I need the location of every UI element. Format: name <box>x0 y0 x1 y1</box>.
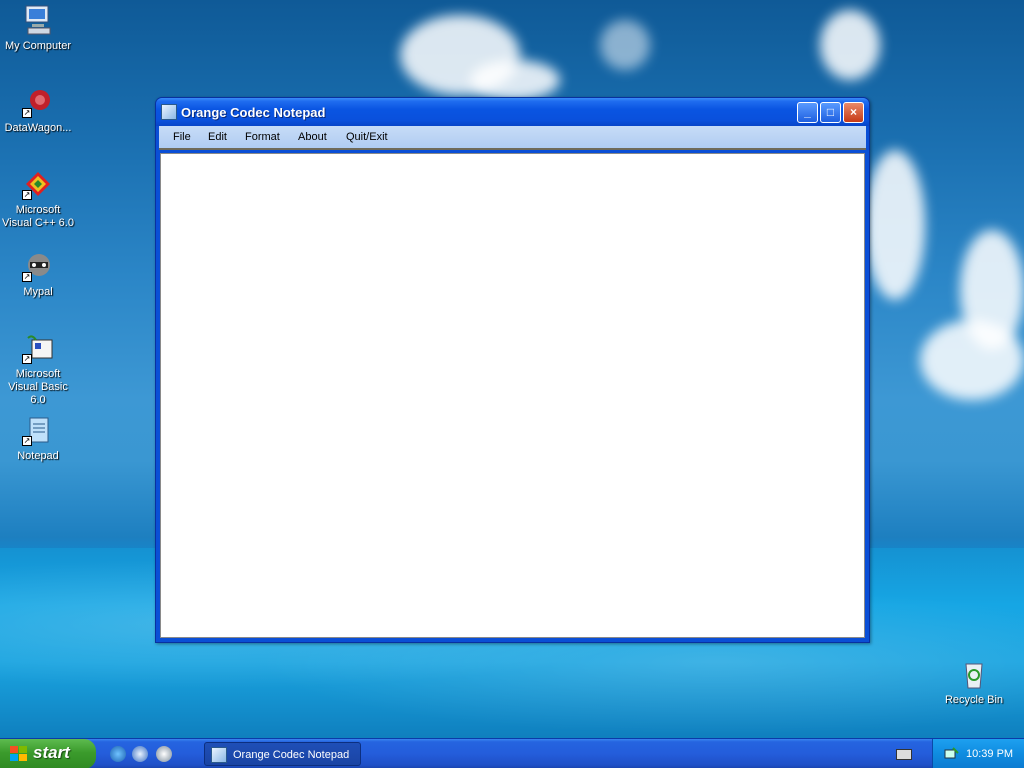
wallpaper-cloud <box>865 150 925 300</box>
menu-edit[interactable]: Edit <box>208 131 227 143</box>
menu-format[interactable]: Format <box>245 131 280 143</box>
window-titlebar[interactable]: Orange Codec Notepad _ □ × <box>156 98 869 126</box>
keyboard-icon[interactable] <box>896 749 912 760</box>
window-title: Orange Codec Notepad <box>181 105 326 120</box>
recycle-bin-icon <box>958 658 990 690</box>
desktop-icon-label: Notepad <box>17 450 59 462</box>
network-icon[interactable] <box>943 746 959 762</box>
wallpaper-cloud <box>470 60 560 100</box>
app-icon <box>161 104 177 120</box>
minimize-button[interactable]: _ <box>797 102 818 123</box>
desktop-icon-visual-cpp[interactable]: ↗ Microsoft Visual C++ 6.0 <box>0 168 76 230</box>
datawagon-icon: ↗ <box>22 86 54 118</box>
shortcut-arrow-icon: ↗ <box>22 354 32 364</box>
desktop-icon-mypal[interactable]: ↗ Mypal <box>0 250 76 299</box>
desktop-icon-label: My Computer <box>4 40 72 52</box>
desktop-icon-label: DataWagon... <box>4 122 72 134</box>
visual-basic-icon: ↗ <box>22 332 54 364</box>
start-button[interactable]: start <box>0 739 96 768</box>
close-button[interactable]: × <box>843 102 864 123</box>
system-tray: 10:39 PM <box>932 739 1024 768</box>
windows-flag-icon <box>10 746 27 761</box>
desktop-icon-my-computer[interactable]: My Computer <box>0 4 76 53</box>
desktop-icon-label: Mypal <box>23 286 53 298</box>
wallpaper-cloud <box>920 320 1024 400</box>
shortcut-arrow-icon: ↗ <box>22 436 32 446</box>
wallpaper-cloud <box>600 20 650 70</box>
outlook-express-icon[interactable] <box>132 746 148 762</box>
desktop-icon-visual-basic[interactable]: ↗ Microsoft Visual Basic 6.0 <box>0 332 76 407</box>
maximize-button[interactable]: □ <box>820 102 841 123</box>
taskbar-button-label: Orange Codec Notepad <box>233 749 350 761</box>
desktop-icon-notepad[interactable]: ↗ Notepad <box>0 414 76 463</box>
menu-about[interactable]: About <box>298 131 327 143</box>
notepad-window[interactable]: Orange Codec Notepad _ □ × File Edit For… <box>155 97 870 643</box>
menu-file[interactable]: File <box>173 131 191 143</box>
taskbar-button-orange-codec-notepad[interactable]: Orange Codec Notepad <box>204 742 361 766</box>
app-icon <box>211 747 227 763</box>
desktop-icon-label: Microsoft Visual C++ 6.0 <box>2 204 74 229</box>
notepad-icon: ↗ <box>22 414 54 446</box>
desktop-icon-recycle-bin[interactable]: Recycle Bin <box>936 658 1012 707</box>
wallpaper-cloud <box>820 10 880 80</box>
computer-icon <box>22 4 54 36</box>
internet-explorer-icon[interactable] <box>110 746 126 762</box>
menu-bar: File Edit Format About Quit/Exit <box>159 126 866 150</box>
desktop-icon-datawagon[interactable]: ↗ DataWagon... <box>0 86 76 135</box>
raccoon-icon: ↗ <box>22 250 54 282</box>
shortcut-arrow-icon: ↗ <box>22 272 32 282</box>
shortcut-arrow-icon: ↗ <box>22 108 32 118</box>
desktop-icon-label: Recycle Bin <box>944 694 1004 706</box>
menu-quit-exit[interactable]: Quit/Exit <box>346 131 388 143</box>
desktop-icon-label: Microsoft Visual Basic 6.0 <box>8 368 68 406</box>
media-player-icon[interactable] <box>156 746 172 762</box>
text-editor-area[interactable] <box>160 153 865 638</box>
visual-cpp-icon: ↗ <box>22 168 54 200</box>
start-label: start <box>33 743 70 762</box>
clock[interactable]: 10:39 PM <box>966 748 1013 760</box>
shortcut-arrow-icon: ↗ <box>22 190 32 200</box>
taskbar: start Orange Codec Notepad 10:39 PM <box>0 738 1024 768</box>
